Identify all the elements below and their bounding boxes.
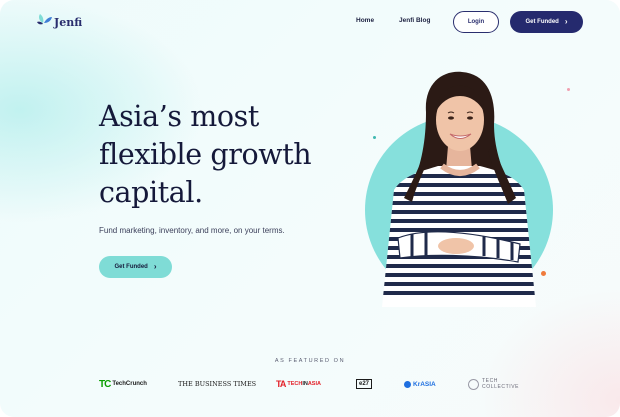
e27-wordmark: e27 xyxy=(356,379,373,389)
nav-home-link[interactable]: Home xyxy=(356,17,374,24)
login-button[interactable]: Login xyxy=(453,11,499,33)
business-times-logo[interactable]: THE BUSINESS TIMES xyxy=(178,374,256,394)
e27-logo[interactable]: e27 xyxy=(356,374,373,394)
techcrunch-logo[interactable]: TC TechCrunch xyxy=(99,374,147,394)
nav-get-funded-label: Get Funded xyxy=(525,19,559,25)
leaf-logo-icon xyxy=(37,14,52,25)
tech-collective-word-2: COLLECTIVE xyxy=(482,384,520,390)
decor-dot-teal xyxy=(373,136,376,139)
tech-in-asia-mark: TA xyxy=(276,379,286,389)
hero-get-funded-label: Get Funded xyxy=(114,264,148,270)
hero-title-line-3: capital. xyxy=(99,176,203,209)
techcrunch-mark: TC xyxy=(99,378,111,390)
jenfi-logo[interactable]: Jenfi xyxy=(37,12,82,30)
decor-dot-pink xyxy=(567,88,570,91)
hero-portrait-image xyxy=(365,71,553,307)
hero-title-line-1: Asia’s most xyxy=(99,100,259,133)
tech-in-asia-word-1: TECH xyxy=(287,381,303,387)
login-button-label: Login xyxy=(467,19,485,25)
hero-title-line-2: flexible growth xyxy=(99,138,312,171)
tech-in-asia-logo[interactable]: TA TECH IN ASIA xyxy=(276,374,321,394)
chevron-right-icon: › xyxy=(153,262,157,271)
techcrunch-wordmark: TechCrunch xyxy=(112,381,147,387)
tech-collective-wordmark: TECH COLLECTIVE xyxy=(482,378,519,390)
hero-get-funded-button[interactable]: Get Funded › xyxy=(99,256,172,278)
nav-get-funded-button[interactable]: Get Funded › xyxy=(510,11,583,33)
tech-collective-icon xyxy=(468,378,479,390)
hero-subtitle: Fund marketing, inventory, and more, on … xyxy=(99,226,285,235)
featured-label: AS FEATURED ON xyxy=(274,358,346,364)
press-logos: TC TechCrunch THE BUSINESS TIMES TA TECH… xyxy=(0,374,620,394)
business-times-wordmark: THE BUSINESS TIMES xyxy=(178,380,257,388)
landing-page: Jenfi Home Jenfi Blog Login Get Funded ›… xyxy=(0,0,620,417)
chevron-right-icon: › xyxy=(564,17,568,26)
kr-asia-logo[interactable]: KrASIA xyxy=(404,374,436,394)
decor-dot-orange xyxy=(541,271,546,276)
nav-blog-link[interactable]: Jenfi Blog xyxy=(399,17,430,24)
tech-in-asia-word-3: ASIA xyxy=(307,381,321,387)
tech-collective-logo[interactable]: TECH COLLECTIVE xyxy=(468,374,519,394)
hero-title: Asia’s most flexible growth capital. xyxy=(99,98,329,212)
kr-asia-icon xyxy=(404,380,411,388)
brand-name: Jenfi xyxy=(54,16,83,29)
kr-asia-wordmark: KrASIA xyxy=(413,380,436,388)
